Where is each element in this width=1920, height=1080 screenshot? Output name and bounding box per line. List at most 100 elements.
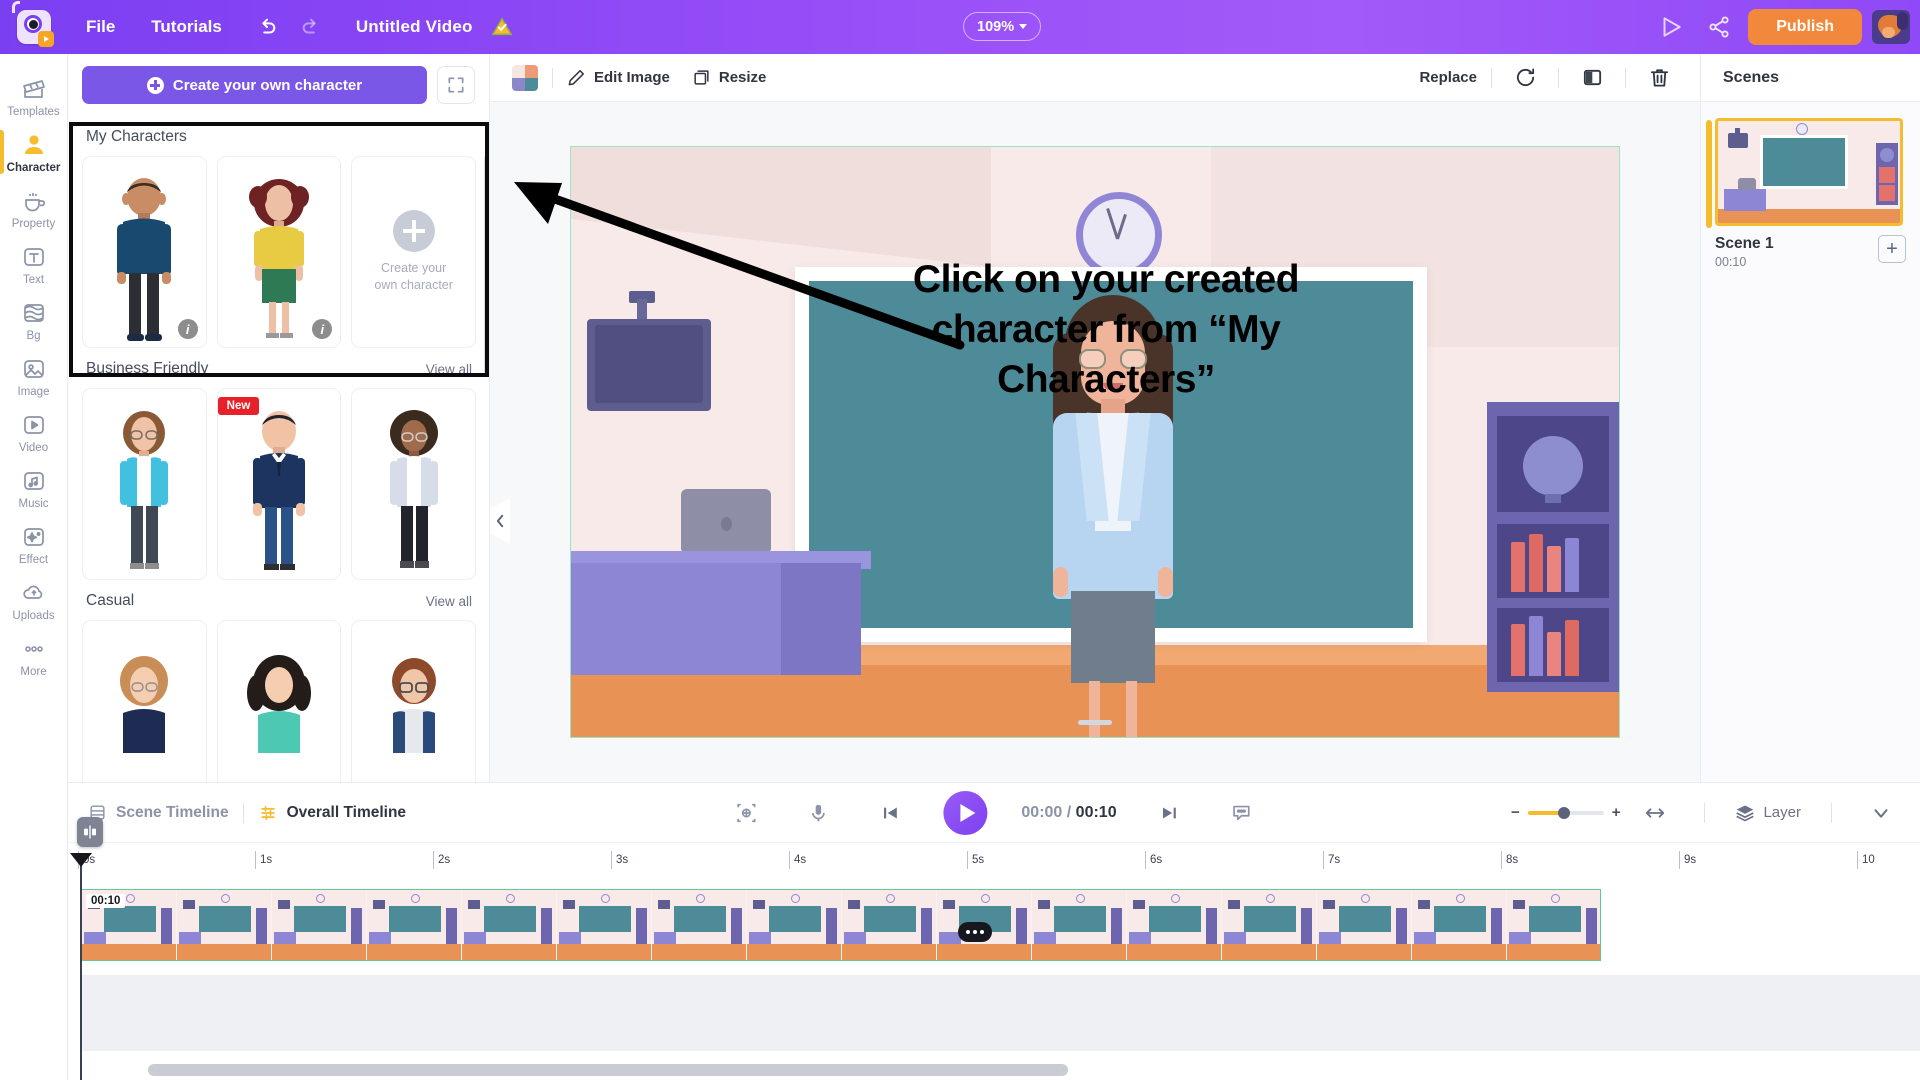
skip-to-start-icon[interactable] xyxy=(871,794,909,832)
record-voice-icon[interactable] xyxy=(799,794,837,832)
user-avatar[interactable] xyxy=(1872,10,1910,44)
animaker-logo-icon[interactable] xyxy=(12,1,54,47)
sidebar-item-templates[interactable]: Templates xyxy=(0,68,68,124)
tab-overall-timeline[interactable]: Overall Timeline xyxy=(258,803,406,823)
stage-resize-handle[interactable] xyxy=(1078,720,1112,725)
zoom-level-value: 109% xyxy=(977,18,1015,35)
menu-tutorials[interactable]: Tutorials xyxy=(133,0,240,54)
timeline-zoom-slider[interactable]: − + xyxy=(1511,804,1621,821)
chevron-down-icon[interactable] xyxy=(1862,794,1900,832)
skip-to-end-icon[interactable] xyxy=(1151,794,1189,832)
swatch-quad-4 xyxy=(525,77,538,91)
timeline-ruler[interactable]: 0s 1s 2s 3s 4s 5s 6s 7s 8s 9s 10 xyxy=(68,817,1920,1080)
scene-list-item[interactable]: Scene 1 00:10 + xyxy=(1706,118,1906,269)
character-card-casual-2[interactable] xyxy=(216,620,342,782)
sidebar-item-effect[interactable]: Effect xyxy=(0,516,68,572)
sidebar-item-text[interactable]: Text xyxy=(0,236,68,292)
playhead[interactable] xyxy=(70,853,92,1080)
create-own-character-button[interactable]: Create your own character xyxy=(82,66,427,104)
share-icon[interactable] xyxy=(1700,8,1738,46)
tab-scene-timeline[interactable]: Scene Timeline xyxy=(88,803,229,822)
scenes-panel-title: Scenes xyxy=(1701,54,1920,102)
character-list-scroll[interactable]: My Characters i i Create your own charac… xyxy=(68,116,489,782)
scene-thumbnail[interactable] xyxy=(1715,118,1903,226)
thumb-clock xyxy=(1796,123,1808,135)
overall-timeline-icon xyxy=(260,805,275,820)
view-all-business-friendly[interactable]: View all xyxy=(426,362,472,377)
zoom-in-button[interactable]: + xyxy=(1612,804,1621,821)
view-all-casual[interactable]: View all xyxy=(426,594,472,609)
reset-icon[interactable] xyxy=(1506,59,1544,97)
clip-frame xyxy=(367,890,462,960)
color-swatch[interactable] xyxy=(512,64,538,91)
character-card-business-3[interactable] xyxy=(351,388,476,580)
character-info-icon[interactable]: i xyxy=(312,319,333,339)
canvas-toolbar: Edit Image Resize Replace xyxy=(490,54,1700,102)
image-icon xyxy=(20,356,48,382)
publish-button[interactable]: Publish xyxy=(1748,9,1862,45)
redo-icon[interactable] xyxy=(292,8,330,46)
edit-image-button[interactable]: Edit Image xyxy=(567,68,670,87)
section-header-casual: Casual View all xyxy=(82,580,476,620)
timeline-divider xyxy=(242,802,244,823)
timeline-hscrollbar-thumb[interactable] xyxy=(148,1064,1068,1076)
zoom-slider-track[interactable] xyxy=(1527,806,1604,819)
layer-button[interactable]: Layer xyxy=(1735,803,1801,823)
laptop xyxy=(681,489,771,551)
sidebar-item-property[interactable]: Property xyxy=(0,180,68,236)
globe-stand xyxy=(1545,494,1561,503)
video-stage[interactable]: Click on your created character from “My… xyxy=(570,146,1620,738)
sidebar-item-uploads[interactable]: Uploads xyxy=(0,572,68,628)
zoom-slider-knob[interactable] xyxy=(1557,806,1570,819)
sidebar-item-music[interactable]: Music xyxy=(0,460,68,516)
book xyxy=(1511,542,1525,592)
character-info-icon[interactable]: i xyxy=(177,319,198,339)
zoom-slider-fill xyxy=(1527,810,1562,815)
sidebar-item-video[interactable]: Video xyxy=(0,404,68,460)
scene-duration: 00:10 xyxy=(1715,255,1747,269)
ruler-mark: 1s xyxy=(255,851,272,869)
character-thumbnail xyxy=(391,658,436,753)
panel-scrollbar[interactable] xyxy=(484,156,488,376)
scenes-panel: Scenes Scene 1 00:10 + xyxy=(1700,54,1920,782)
split-clip-icon[interactable] xyxy=(77,817,103,847)
character-card-casual-3[interactable] xyxy=(351,620,476,782)
time-separator: / xyxy=(1066,803,1072,821)
scene-clip[interactable]: 00:10 xyxy=(81,889,1601,961)
resize-button[interactable]: Resize xyxy=(692,68,766,87)
character-card-business-2[interactable]: New xyxy=(216,388,342,580)
timeline-hscrollbar-track[interactable] xyxy=(136,1064,1920,1076)
create-own-character-card[interactable]: Create your own character xyxy=(351,156,476,348)
clip-options-handle[interactable] xyxy=(958,922,992,942)
character-card-casual-1[interactable] xyxy=(82,620,207,782)
menu-file[interactable]: File xyxy=(68,0,133,54)
preview-play-icon[interactable] xyxy=(1652,8,1690,46)
sidebar-item-character[interactable]: Character xyxy=(0,124,68,180)
character-card-my-2[interactable]: i xyxy=(216,156,342,348)
undo-icon[interactable] xyxy=(248,8,286,46)
trash-icon[interactable] xyxy=(1640,59,1678,97)
music-icon xyxy=(20,468,48,494)
fit-width-icon[interactable] xyxy=(1636,794,1674,832)
zoom-level-dropdown[interactable]: 109% xyxy=(963,12,1042,41)
sidebar-item-bg[interactable]: Bg xyxy=(0,292,68,348)
caption-icon[interactable] xyxy=(1223,794,1261,832)
character-card-my-1[interactable]: i xyxy=(82,156,207,348)
sidebar-item-more[interactable]: More xyxy=(0,628,68,684)
play-button[interactable] xyxy=(943,790,988,835)
mic-icon xyxy=(812,804,825,821)
panel-header: Create your own character xyxy=(68,54,489,114)
flip-icon[interactable] xyxy=(1573,59,1611,97)
character-card-business-1[interactable] xyxy=(82,388,207,580)
thumb-floor xyxy=(1718,209,1900,223)
document-title[interactable]: Untitled Video xyxy=(356,17,473,37)
clip-frame xyxy=(1507,890,1600,960)
timeline-empty-track[interactable] xyxy=(81,975,1920,1051)
sidebar-item-image[interactable]: Image xyxy=(0,348,68,404)
focus-target-icon[interactable] xyxy=(727,794,765,832)
add-scene-button[interactable]: + xyxy=(1878,235,1906,263)
replace-button[interactable]: Replace xyxy=(1419,69,1477,86)
zoom-out-button[interactable]: − xyxy=(1511,804,1520,821)
expand-panel-button[interactable] xyxy=(437,66,475,104)
logo-wrap[interactable] xyxy=(0,1,68,47)
